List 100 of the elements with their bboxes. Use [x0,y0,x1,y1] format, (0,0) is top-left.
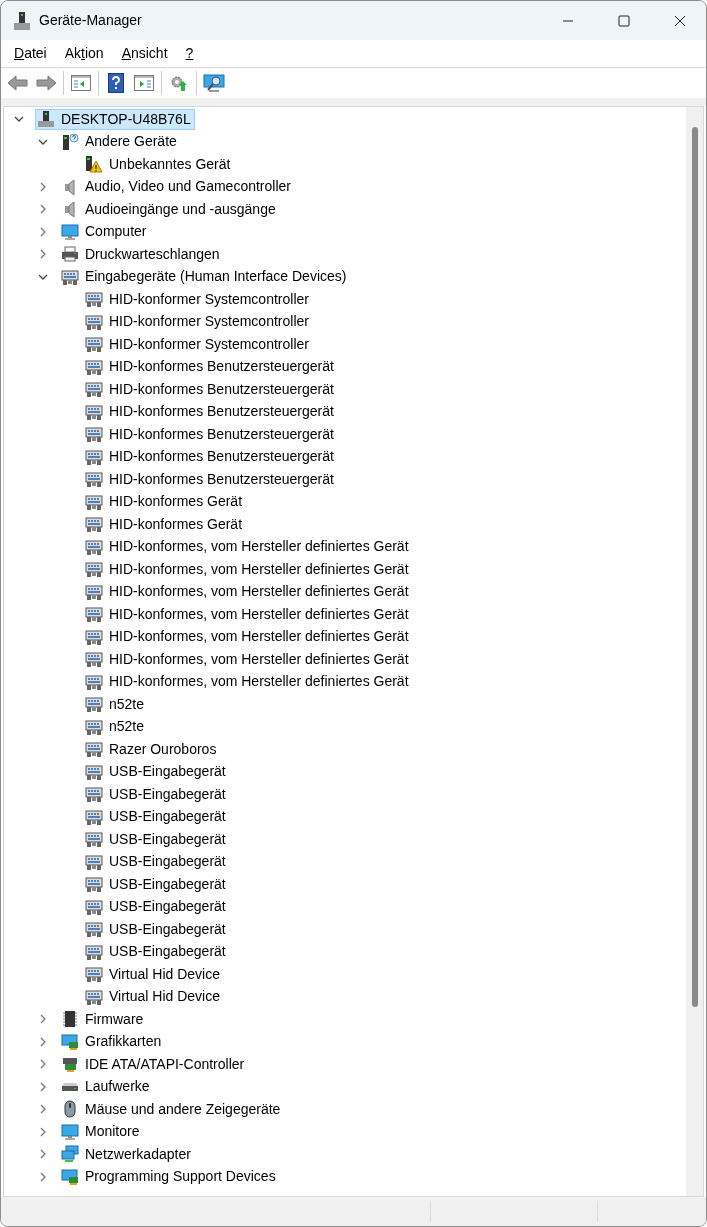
help-icon [108,73,124,93]
tree-item[interactable]: Grafikkarten [59,1031,166,1053]
tree-item[interactable]: Andere Geräte [59,131,181,153]
tree-item[interactable]: HID-konformes, vom Hersteller definiertes Gerät [83,558,413,580]
keyboard-device-icon [85,650,103,669]
keyboard-device-icon [85,582,103,601]
tree-item[interactable]: Mäuse und andere Zeigegeräte [59,1098,285,1120]
keyboard-device-icon [85,987,103,1006]
tree-item[interactable]: HID-konformes Benutzersteuergerät [83,401,338,423]
app-icon [13,10,31,31]
gear-upload-icon [169,73,189,93]
keyboard-device-icon [85,762,103,781]
tree-item[interactable]: USB-Eingabegerät [83,851,230,873]
tree-item[interactable]: USB-Eingabegerät [83,806,230,828]
tree-item[interactable]: n52te [83,716,149,738]
menu-item[interactable]: Datei [6,43,55,64]
tree-item[interactable]: HID-konformer Systemcontroller [83,311,313,333]
tree-item[interactable]: USB-Eingabegerät [83,873,230,895]
keyboard-device-icon [85,830,103,849]
keyboard-device-icon [85,785,103,804]
keyboard-device-icon [85,492,103,511]
tree-item[interactable]: USB-Eingabegerät [83,761,230,783]
chip-icon [61,1010,79,1029]
tree-item[interactable]: Monitore [59,1121,144,1143]
tree-item[interactable]: n52te [83,693,149,715]
minimize-icon [562,19,574,22]
keyboard-device-icon [85,425,103,444]
tree-item[interactable]: Firmware [59,1008,148,1030]
window-title: Geräte-Manager [39,11,142,30]
network-icon [61,1145,79,1164]
monitor-card-icon [61,1167,79,1186]
keyboard-device-icon [85,470,103,489]
keyboard-device-icon [85,717,103,736]
tree-item[interactable]: Razer Ouroboros [83,738,221,760]
warning-device-icon [85,155,103,174]
monitor-search-icon [203,73,225,93]
tree-item[interactable]: HID-konformes Gerät [83,513,247,535]
scrollbar-thumb[interactable] [691,127,698,1007]
tree-item[interactable]: Netzwerkadapter [59,1143,195,1165]
tree-item[interactable]: USB-Eingabegerät [83,783,230,805]
monitor-card-icon [61,1032,79,1051]
tree-item[interactable]: HID-konformes Benutzersteuergerät [83,378,338,400]
tree-item[interactable]: Unbekanntes Gerät [83,153,235,175]
tree-item[interactable]: USB-Eingabegerät [83,896,230,918]
keyboard-device-icon [85,290,103,309]
keyboard-device-icon [85,695,103,714]
tree-item[interactable]: HID-konformes Benutzersteuergerät [83,446,338,468]
menu-item[interactable]: Aktion [56,43,112,64]
tree-item[interactable]: HID-konformes Benutzersteuergerät [83,356,338,378]
keyboard-device-icon [85,312,103,331]
tree-item[interactable]: Programming Support Devices [59,1166,280,1188]
tree-item[interactable]: Audio, Video und Gamecontroller [59,176,295,198]
forward-arrow-icon [35,74,57,92]
menu-item[interactable]: Ansicht [113,43,176,64]
window-panel-icon [134,75,154,91]
tree-item[interactable]: HID-konformes Benutzersteuergerät [83,423,338,445]
keyboard-device-icon [85,357,103,376]
keyboard-device-icon [85,875,103,894]
keyboard-device-icon [85,537,103,556]
keyboard-device-icon [85,852,103,871]
tree-item[interactable]: Laufwerke [59,1076,154,1098]
tree-item[interactable]: HID-konformes, vom Hersteller definiertes Gerät [83,581,413,603]
tree-item[interactable]: DESKTOP-U48B76L [35,108,195,130]
mouse-icon [61,1100,79,1119]
keyboard-device-icon [85,740,103,759]
tree-item[interactable]: HID-konformer Systemcontroller [83,333,313,355]
keyboard-device-icon [85,627,103,646]
tree-item[interactable]: HID-konformes, vom Hersteller definiertes Gerät [83,603,413,625]
keyboard-device-icon [61,267,79,286]
keyboard-device-icon [85,672,103,691]
maximize-icon [618,14,630,27]
keyboard-device-icon [85,515,103,534]
tree-item[interactable]: USB-Eingabegerät [83,828,230,850]
tree-item[interactable]: HID-konformes, vom Hersteller definiertes Gerät [83,671,413,693]
tree-item[interactable]: Druckwarteschlangen [59,243,224,265]
tree-item[interactable]: Virtual Hid Device [83,986,224,1008]
tree-item[interactable]: Eingabegeräte (Human Interface Devices) [59,266,351,288]
tree-item[interactable]: HID-konformes, vom Hersteller definiertes Gerät [83,648,413,670]
menu-item[interactable]: ? [177,43,202,64]
scrollbar[interactable] [686,107,703,1196]
tree-item[interactable]: Audioeingänge und -ausgänge [59,198,280,220]
keyboard-device-icon [85,605,103,624]
keyboard-device-icon [85,447,103,466]
tree-item[interactable]: USB-Eingabegerät [83,941,230,963]
tree-item[interactable]: IDE ATA/ATAPI-Controller [59,1053,249,1075]
window-panel-icon [71,75,91,91]
tree-item[interactable]: Computer [59,221,151,243]
tree-item[interactable]: USB-Eingabegerät [83,918,230,940]
printer-icon [61,245,79,264]
tree-item[interactable]: HID-konformes, vom Hersteller definiertes Gerät [83,536,413,558]
keyboard-device-icon [85,942,103,961]
keyboard-device-icon [85,335,103,354]
keyboard-device-icon [85,402,103,421]
tree-item[interactable]: HID-konformer Systemcontroller [83,288,313,310]
tree-item[interactable]: HID-konformes Benutzersteuergerät [83,468,338,490]
tree-item[interactable]: Virtual Hid Device [83,963,224,985]
keyboard-device-icon [85,380,103,399]
back-arrow-icon [7,74,29,92]
tree-item[interactable]: HID-konformes Gerät [83,491,247,513]
tree-item[interactable]: HID-konformes, vom Hersteller definiertes Gerät [83,626,413,648]
